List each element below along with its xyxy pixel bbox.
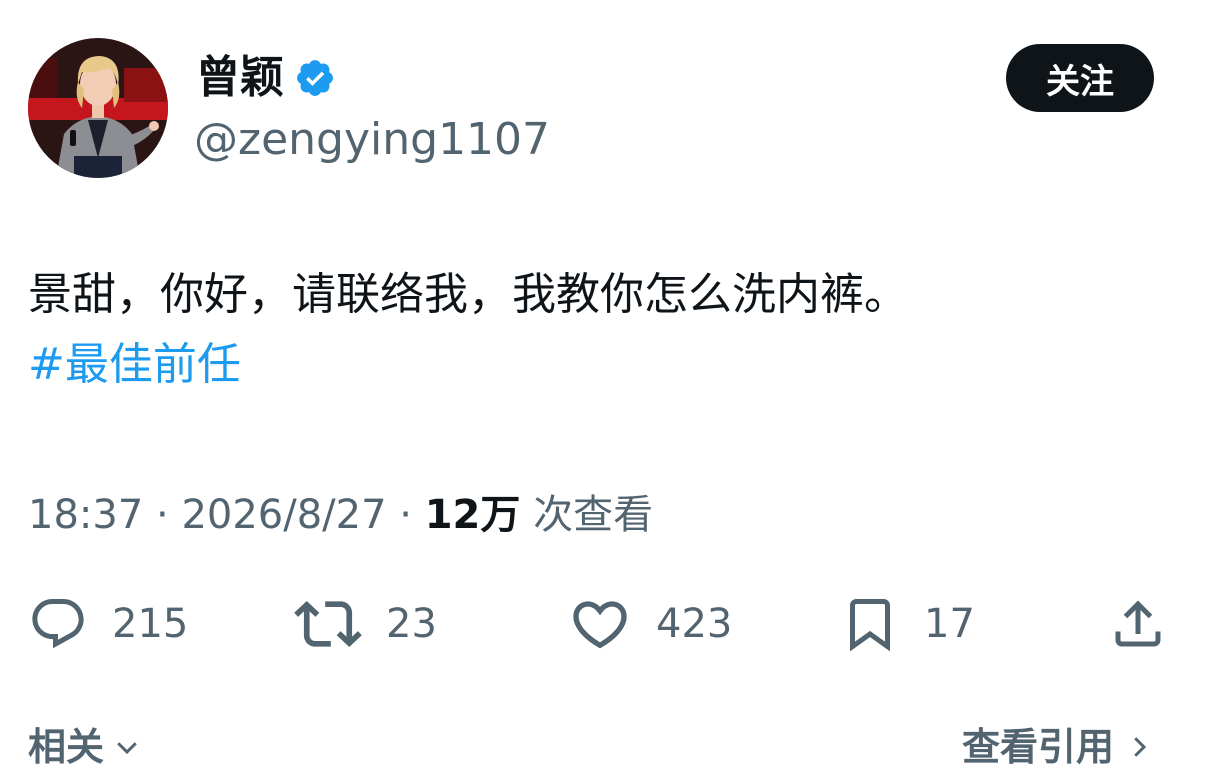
share-icon xyxy=(1115,600,1161,647)
avatar[interactable] xyxy=(28,38,168,178)
reply-icon xyxy=(32,599,84,649)
views-count: 12万 xyxy=(424,492,521,538)
bookmark-count: 17 xyxy=(924,601,975,647)
meta-separator: · xyxy=(386,492,425,538)
retweet-icon xyxy=(294,600,362,648)
retweet-count: 23 xyxy=(386,601,437,647)
retweet-button[interactable]: 23 xyxy=(294,592,437,656)
views-label: 次查看 xyxy=(520,492,654,538)
meta-separator: · xyxy=(143,492,182,538)
view-quotes-label: 查看引用 xyxy=(962,725,1115,769)
tweet-time[interactable]: 18:37 xyxy=(28,492,143,538)
chevron-down-icon xyxy=(117,742,137,755)
chevron-right-icon xyxy=(1134,737,1147,757)
heart-icon xyxy=(573,601,627,649)
hashtag-link[interactable]: #最佳前任 xyxy=(28,336,241,394)
profile-photo xyxy=(28,38,168,178)
view-quotes-link[interactable]: 查看引用 xyxy=(962,722,1154,772)
bookmark-icon xyxy=(850,599,890,652)
verified-badge-icon xyxy=(297,60,333,96)
author-name-row[interactable]: 曾颖 xyxy=(196,50,336,106)
reply-button[interactable]: 215 xyxy=(28,592,188,656)
follow-button[interactable]: 关注 xyxy=(1006,44,1154,112)
like-count: 423 xyxy=(656,601,733,647)
related-toggle[interactable]: 相关 xyxy=(28,722,142,772)
reply-count: 215 xyxy=(112,601,189,647)
tweet-text: 景甜，你好，请联络我，我教你怎么洗内裤。 xyxy=(28,269,908,320)
related-label: 相关 xyxy=(28,725,105,769)
tweet-date[interactable]: 2026/8/27 xyxy=(181,492,386,538)
like-button[interactable]: 423 xyxy=(568,592,732,656)
author-handle[interactable]: @zengying1107 xyxy=(194,112,550,168)
bookmark-button[interactable]: 17 xyxy=(840,592,975,656)
tweet-meta: 18:37 · 2026/8/27 · 12万 次查看 xyxy=(28,488,653,542)
share-button[interactable] xyxy=(1108,592,1168,656)
author-display-name[interactable]: 曾颖 xyxy=(196,50,284,106)
